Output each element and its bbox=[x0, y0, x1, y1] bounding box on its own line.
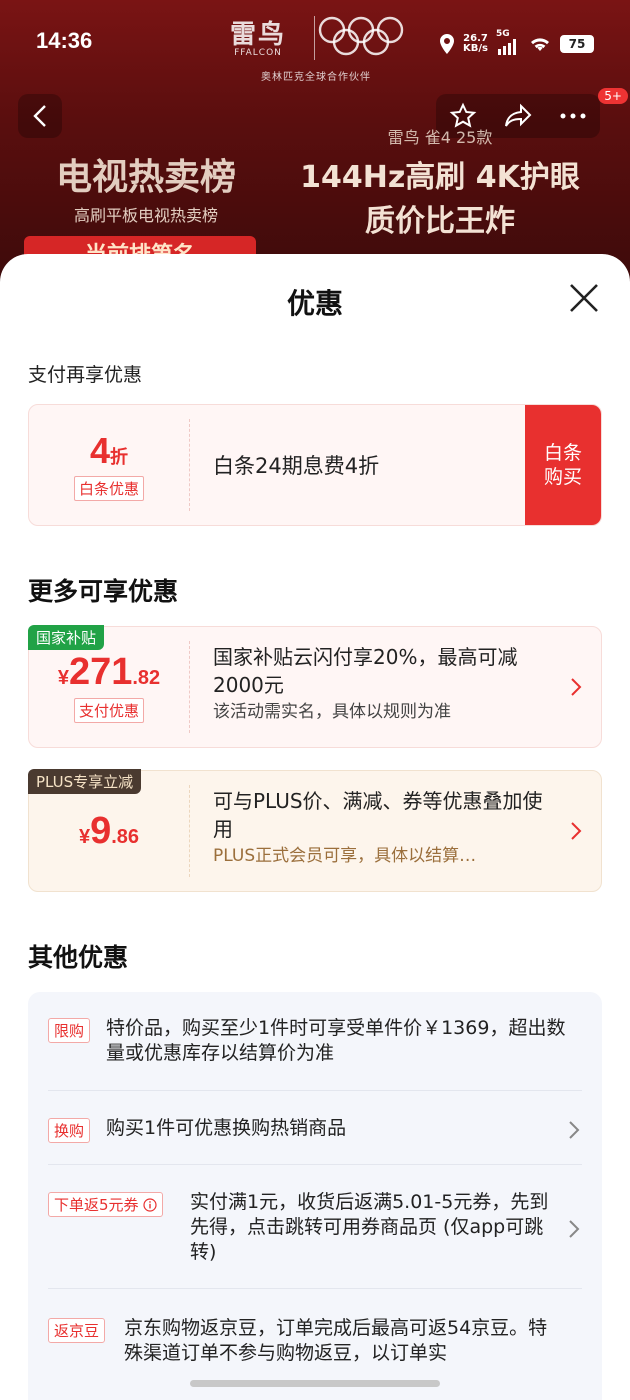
wifi-icon bbox=[531, 38, 549, 51]
gov-subsidy-desc: 国家补贴云闪付享20%，最高可减2000元 该活动需实名，具体以规则为准 bbox=[213, 643, 553, 725]
baitiao-tag: 白条优惠 bbox=[73, 475, 144, 501]
discount-number: 4 bbox=[89, 429, 111, 471]
baitiao-buy-button[interactable]: 白条购买 bbox=[525, 405, 601, 525]
divider bbox=[48, 1288, 582, 1289]
brand-divider bbox=[314, 16, 315, 60]
more-icon[interactable] bbox=[559, 112, 587, 120]
olympic-rings-icon bbox=[318, 16, 404, 56]
list-item[interactable]: 换购 购买1件可优惠换购热销商品 bbox=[48, 1116, 582, 1144]
brand-logo: 雷鸟 bbox=[229, 20, 286, 50]
divider bbox=[48, 1164, 582, 1165]
brand-logo-sub: FFALCON bbox=[234, 48, 282, 58]
brand-caption: 奥林匹克全球合作伙伴 bbox=[261, 72, 371, 83]
amount-int: 9 bbox=[90, 809, 112, 852]
plus-offer-desc: 可与PLUS价、满减、券等优惠叠加使用 PLUS正式会员可享，具体以结算… bbox=[213, 787, 553, 869]
baitiao-offer-card[interactable]: 4折 白条优惠 白条24期息费4折 白条购买 bbox=[28, 404, 602, 526]
signal-icon: 5G bbox=[496, 29, 520, 55]
message-count-badge: 5+ bbox=[598, 88, 628, 104]
home-indicator[interactable] bbox=[190, 1380, 440, 1387]
chevron-left-icon bbox=[33, 105, 46, 127]
amount-dec: .82 bbox=[132, 667, 161, 689]
amount-dec: .86 bbox=[111, 825, 140, 848]
offer-tag: 换购 bbox=[48, 1118, 91, 1143]
list-item[interactable]: 下单返5元券 实付满1元，收货后返满5.01-5元券，先到先得，点击跳转可用券商… bbox=[48, 1190, 582, 1268]
network-type: 5G bbox=[496, 29, 510, 39]
other-offers-heading: 其他优惠 bbox=[28, 943, 129, 972]
offer-tag: 限购 bbox=[48, 1018, 91, 1043]
offer-text: 特价品，购买至少1件时可享受单件价￥1369，超出数量或优惠库存以结算价为准 bbox=[106, 1017, 566, 1064]
gov-subsidy-value: ¥271.82 支付优惠 bbox=[29, 627, 189, 747]
card-divider bbox=[189, 419, 190, 511]
offer-text: 京东购物返京豆，订单完成后最高可返54京豆。特殊渠道订单不参与购物返豆，以订单实 bbox=[124, 1317, 548, 1364]
chevron-right-icon bbox=[569, 1121, 580, 1139]
chevron-right-icon bbox=[569, 1220, 580, 1238]
gov-subsidy-sub: 该活动需实名，具体以规则为准 bbox=[213, 702, 451, 722]
banner-model: 雷鸟 雀4 25款 bbox=[387, 128, 493, 147]
card-divider bbox=[189, 785, 190, 877]
more-offers-heading: 更多可享优惠 bbox=[28, 577, 179, 606]
status-bar: 14:36 雷鸟 FFALCON 奥林匹克全球合作伙伴 26.7 KB/s 5G bbox=[0, 0, 630, 86]
net-speed: 26.7 KB/s bbox=[463, 34, 488, 54]
chevron-right-icon bbox=[571, 678, 582, 696]
list-item: 返京豆 京东购物返京豆，订单完成后最高可返54京豆。特殊渠道订单不参与购物返豆，… bbox=[48, 1316, 582, 1376]
banner-left-small: 高刷平板电视热卖榜 bbox=[73, 206, 218, 225]
sheet-title: 优惠 bbox=[286, 287, 343, 320]
brand-header: 雷鸟 FFALCON 奥林匹克全球合作伙伴 bbox=[226, 8, 406, 83]
banner-left-text: 电视热卖榜 高刷平板电视热卖榜 bbox=[36, 148, 256, 226]
banner-line2: 质价比王炸 bbox=[365, 204, 515, 239]
status-indicators: 26.7 KB/s 5G 75 bbox=[439, 29, 594, 58]
baitiao-desc: 白条24期息费4折 bbox=[213, 454, 380, 478]
baitiao-offer-value: 4折 白条优惠 bbox=[29, 405, 189, 525]
currency-symbol: ¥ bbox=[78, 825, 91, 848]
plus-offer-title: 可与PLUS价、满减、券等优惠叠加使用 bbox=[213, 789, 543, 841]
offer-text: 实付满1元，收货后返满5.01-5元券，先到先得，点击跳转可用券商品页 (仅ap… bbox=[190, 1191, 549, 1263]
close-icon bbox=[570, 284, 598, 312]
offer-tag: 下单返5元券 bbox=[48, 1192, 164, 1217]
card-divider bbox=[189, 641, 190, 733]
plus-offer-value: ¥9.86 bbox=[29, 771, 189, 891]
banner-line1: 144Hz高刷 4K护眼 bbox=[300, 160, 580, 195]
location-icon bbox=[440, 34, 455, 54]
gov-subsidy-title: 国家补贴云闪付享20%，最高可减2000元 bbox=[213, 645, 518, 697]
other-offers-list: 限购 特价品，购买至少1件时可享受单件价￥1369，超出数量或优惠库存以结算价为… bbox=[28, 992, 602, 1400]
offer-text: 购买1件可优惠换购热销商品 bbox=[106, 1117, 347, 1139]
gov-subsidy-card[interactable]: 国家补贴 ¥271.82 支付优惠 国家补贴云闪付享20%，最高可减2000元 … bbox=[28, 625, 602, 748]
pay-offer-tag: 支付优惠 bbox=[73, 698, 144, 723]
plus-offer-sub: PLUS正式会员可享，具体以结算… bbox=[213, 846, 477, 866]
currency-symbol: ¥ bbox=[57, 667, 69, 689]
offer-tag-label: 下单返5元券 bbox=[54, 1196, 139, 1214]
chevron-right-icon bbox=[571, 822, 582, 840]
battery-indicator: 75 bbox=[560, 35, 594, 53]
plus-offer-card[interactable]: PLUS专享立减 ¥9.86 可与PLUS价、满减、券等优惠叠加使用 PLUS正… bbox=[28, 769, 602, 892]
list-item: 限购 特价品，购买至少1件时可享受单件价￥1369，超出数量或优惠库存以结算价为… bbox=[48, 1016, 582, 1076]
banner-right-text: 雷鸟 雀4 25款 144Hz高刷 4K护眼 质价比王炸 bbox=[290, 124, 590, 240]
amount-int: 271 bbox=[68, 651, 133, 693]
close-button[interactable] bbox=[564, 278, 604, 318]
offer-tag: 返京豆 bbox=[48, 1318, 106, 1343]
divider bbox=[48, 1090, 582, 1091]
net-speed-unit: KB/s bbox=[463, 43, 488, 54]
discount-unit: 折 bbox=[110, 446, 129, 467]
back-button[interactable] bbox=[18, 94, 62, 138]
offers-sheet: 优惠 支付再享优惠 4折 白条优惠 白条24期息费4折 白条购买 更多可享优惠 … bbox=[0, 254, 630, 1400]
pay-section-label: 支付再享优惠 bbox=[28, 364, 143, 386]
status-time: 14:36 bbox=[36, 28, 93, 53]
info-icon[interactable] bbox=[143, 1198, 157, 1212]
banner-left-big: 电视热卖榜 bbox=[55, 157, 236, 198]
